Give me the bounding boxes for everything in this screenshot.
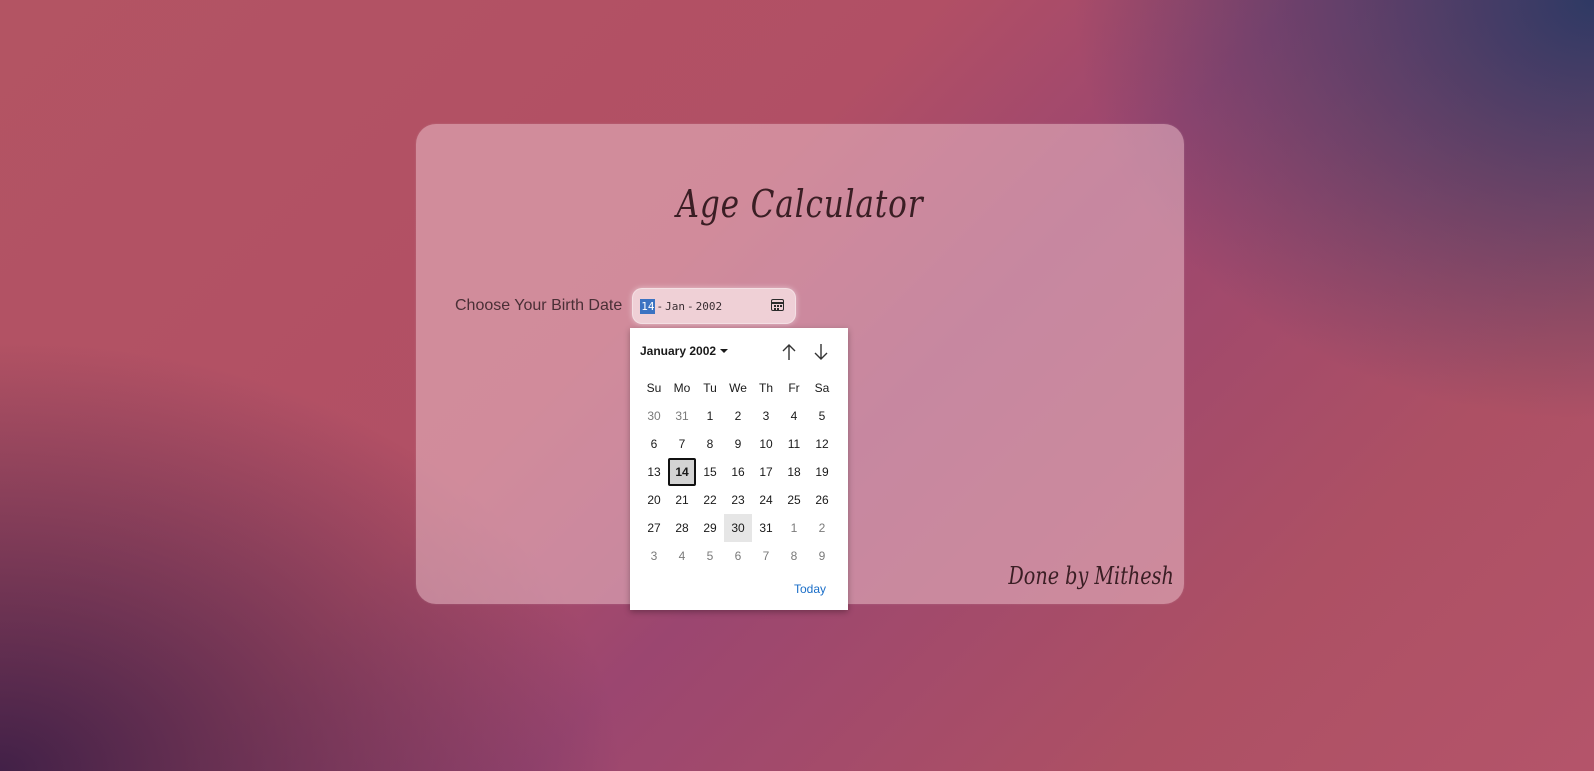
calendar-grid: Su Mo Tu We Th Fr Sa 30 31 1 2 3 4 5 6 7 8 9 10 11 12 13 14 15 1… <box>640 374 836 570</box>
calendar-icon[interactable] <box>771 299 785 311</box>
day-cell[interactable]: 5 <box>808 402 836 430</box>
day-cell[interactable]: 29 <box>696 514 724 542</box>
day-cell[interactable]: 3 <box>752 402 780 430</box>
caret-down-icon <box>720 349 729 353</box>
day-cell[interactable]: 17 <box>752 458 780 486</box>
day-cell[interactable]: 16 <box>724 458 752 486</box>
day-cell[interactable]: 11 <box>780 430 808 458</box>
day-cell[interactable]: 28 <box>668 514 696 542</box>
author-signature: Done by Mithesh <box>1008 562 1174 590</box>
day-cell[interactable]: 20 <box>640 486 668 514</box>
day-cell[interactable]: 23 <box>724 486 752 514</box>
weekday-header: Fr <box>788 381 800 395</box>
day-cell[interactable]: 31 <box>752 514 780 542</box>
day-cell[interactable]: 4 <box>780 402 808 430</box>
day-cell[interactable]: 9 <box>808 542 836 570</box>
day-cell[interactable]: 7 <box>752 542 780 570</box>
weekday-header: Tu <box>703 381 717 395</box>
day-cell[interactable]: 27 <box>640 514 668 542</box>
day-cell[interactable]: 8 <box>780 542 808 570</box>
weekday-header: Mo <box>673 381 691 395</box>
day-cell[interactable]: 19 <box>808 458 836 486</box>
day-cell[interactable]: 1 <box>696 402 724 430</box>
day-cell[interactable]: 1 <box>780 514 808 542</box>
day-cell[interactable]: 12 <box>808 430 836 458</box>
day-cell[interactable]: 8 <box>696 430 724 458</box>
day-cell[interactable]: 22 <box>696 486 724 514</box>
day-cell[interactable]: 15 <box>696 458 724 486</box>
day-cell[interactable]: 2 <box>808 514 836 542</box>
date-picker-popup: January 2002 Su Mo Tu We Th Fr Sa 30 31 1 2 3 4 5 6 7 8 9… <box>630 328 848 610</box>
weekday-header: Sa <box>814 381 830 395</box>
date-separator: - <box>686 299 694 313</box>
page-title: Age Calculator <box>676 182 924 226</box>
day-cell[interactable]: 13 <box>640 458 668 486</box>
day-cell[interactable]: 9 <box>724 430 752 458</box>
day-cell[interactable]: 3 <box>640 542 668 570</box>
previous-month-button[interactable] <box>778 341 800 363</box>
day-cell[interactable]: 24 <box>752 486 780 514</box>
arrow-up-icon <box>782 344 796 360</box>
day-cell[interactable]: 18 <box>780 458 808 486</box>
day-cell[interactable]: 4 <box>668 542 696 570</box>
day-cell[interactable]: 21 <box>668 486 696 514</box>
selected-day-cell[interactable]: 14 <box>668 458 696 486</box>
day-cell[interactable]: 6 <box>640 430 668 458</box>
today-button[interactable]: Today <box>794 582 826 596</box>
birth-date-label: Choose Your Birth Date <box>455 297 623 314</box>
day-cell[interactable]: 2 <box>724 402 752 430</box>
day-cell[interactable]: 25 <box>780 486 808 514</box>
weekday-header: Su <box>646 381 662 395</box>
day-cell[interactable]: 31 <box>668 402 696 430</box>
arrow-down-icon <box>814 344 828 360</box>
birth-date-input[interactable]: 14 - Jan - 2002 <box>632 288 797 324</box>
day-cell[interactable]: 30 <box>640 402 668 430</box>
birth-date-row: Choose Your Birth Date 14 - Jan - 2002 <box>455 288 797 324</box>
date-separator: - <box>656 299 664 313</box>
month-year-selector[interactable]: January 2002 <box>640 344 729 358</box>
next-month-button[interactable] <box>810 341 832 363</box>
day-cell[interactable]: 5 <box>696 542 724 570</box>
day-cell[interactable]: 30 <box>724 514 752 542</box>
day-cell[interactable]: 7 <box>668 430 696 458</box>
date-year-segment[interactable]: 2002 <box>695 300 724 313</box>
day-cell[interactable]: 6 <box>724 542 752 570</box>
weekday-header: Th <box>758 381 773 395</box>
month-year-label: January 2002 <box>640 344 717 358</box>
date-day-segment[interactable]: 14 <box>640 298 656 314</box>
day-cell[interactable]: 26 <box>808 486 836 514</box>
date-month-segment[interactable]: Jan <box>664 300 686 313</box>
day-cell[interactable]: 10 <box>752 430 780 458</box>
weekday-header: We <box>729 381 747 395</box>
